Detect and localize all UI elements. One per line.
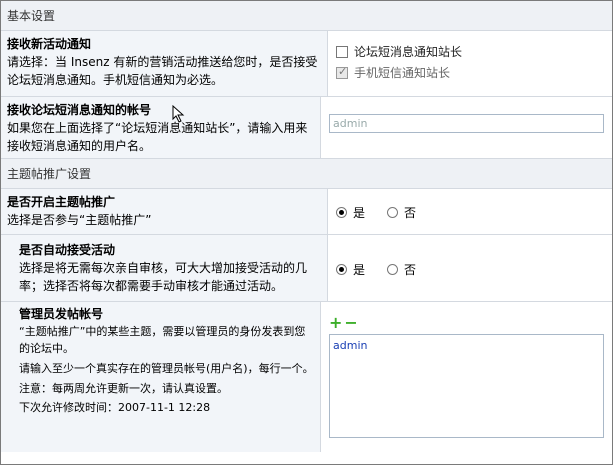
auto-accept-row: 是否自动接受活动 选择是将无需每次亲自审核，可大大增加接受活动的几率；选择否将每… [1,235,612,302]
radio-enable-no[interactable] [387,207,399,218]
notify-desc: 请选择：当 Insenz 有新的营销活动推送给您时，是否接受论坛短消息通知。手机… [7,55,318,87]
account-title: 接收论坛短消息通知的帐号 [7,103,152,117]
admin-accounts-textarea[interactable]: admin [329,334,604,438]
add-icon[interactable]: + [329,315,342,331]
account-row: 接收论坛短消息通知的帐号 如果您在上面选择了“论坛短消息通知站长”，请输入用来接… [1,97,612,159]
enable-promo-title: 是否开启主题帖推广 [7,195,116,209]
checkbox-forum-label: 论坛短消息通知站长 [354,45,463,59]
notify-row: 接收新活动通知 请选择：当 Insenz 有新的营销活动推送给您时，是否接受论坛… [1,31,612,97]
auto-accept-radios: 是 否 [336,261,604,278]
radio-auto-yes[interactable] [336,264,347,275]
account-username-input[interactable]: admin [329,114,604,133]
enable-promo-desc: 选择是否参与“主题帖推广” [7,213,152,227]
admin-account-row: 管理员发帖帐号 “主题帖推广”中的某些主题，需要以管理员的身份发表到您的论坛中。… [1,302,612,452]
admin-account-left: 管理员发帖帐号 “主题帖推广”中的某些主题，需要以管理员的身份发表到您的论坛中。… [1,302,321,452]
auto-accept-title: 是否自动接受活动 [19,243,116,257]
add-remove-controls: + − [329,315,604,331]
radio-enable-yes[interactable] [336,207,347,218]
account-right: admin [321,97,612,158]
admin-account-title: 管理员发帖帐号 [19,307,104,321]
notify-left: 接收新活动通知 请选择：当 Insenz 有新的营销活动推送给您时，是否接受论坛… [1,31,328,96]
auto-accept-no[interactable]: 否 [387,261,416,278]
admin-account-desc2: 请输入至少一个真实存在的管理员帐号(用户名)，每行一个。 [19,362,314,375]
admin-account-note: 注意：每两周允许更新一次，请认真设置。 [19,382,228,395]
admin-account-right: + − admin [321,302,612,452]
settings-panel: 基本设置 接收新活动通知 请选择：当 Insenz 有新的营销活动推送给您时，是… [0,0,613,465]
checkbox-sms-label: 手机短信通知站长 [354,66,451,80]
radio-enable-no-label: 否 [404,206,417,220]
radio-enable-yes-label: 是 [353,206,366,220]
enable-promo-right: 是 否 [328,189,612,234]
section-header-promo: 主题帖推广设置 [1,159,612,189]
notify-right: 论坛短消息通知站长 手机短信通知站长 [328,31,612,96]
auto-accept-right: 是 否 [328,235,612,301]
enable-promo-no[interactable]: 否 [387,204,416,221]
remove-icon[interactable]: − [344,315,357,331]
radio-auto-no[interactable] [387,264,399,275]
radio-auto-yes-label: 是 [353,263,366,277]
auto-accept-left: 是否自动接受活动 选择是将无需每次亲自审核，可大大增加接受活动的几率；选择否将每… [1,235,328,301]
section-header-basic: 基本设置 [1,1,612,31]
enable-promo-row: 是否开启主题帖推广 选择是否参与“主题帖推广” 是 否 [1,189,612,235]
checkbox-sms-notify[interactable] [336,65,348,79]
admin-account-desc1: “主题帖推广”中的某些主题，需要以管理员的身份发表到您的论坛中。 [19,325,306,355]
auto-accept-desc: 选择是将无需每次亲自审核，可大大增加接受活动的几率；选择否将每次都需要手动审核才… [19,261,308,293]
account-left: 接收论坛短消息通知的帐号 如果您在上面选择了“论坛短消息通知站长”，请输入用来接… [1,97,321,158]
notify-title: 接收新活动通知 [7,37,92,51]
notify-option-sms[interactable]: 手机短信通知站长 [336,62,604,83]
mouse-pointer-icon [172,105,185,123]
enable-promo-radios: 是 否 [336,204,604,221]
admin-account-next-time: 下次允许修改时间：2007-11-1 12:28 [19,401,211,414]
checkbox-forum-notify[interactable] [336,45,348,58]
notify-option-forum[interactable]: 论坛短消息通知站长 [336,41,604,62]
radio-auto-no-label: 否 [404,263,417,277]
enable-promo-yes[interactable]: 是 [336,204,365,221]
account-desc: 如果您在上面选择了“论坛短消息通知站长”，请输入用来接收短消息通知的用户名。 [7,121,308,153]
enable-promo-left: 是否开启主题帖推广 选择是否参与“主题帖推广” [1,189,328,234]
auto-accept-yes[interactable]: 是 [336,261,365,278]
